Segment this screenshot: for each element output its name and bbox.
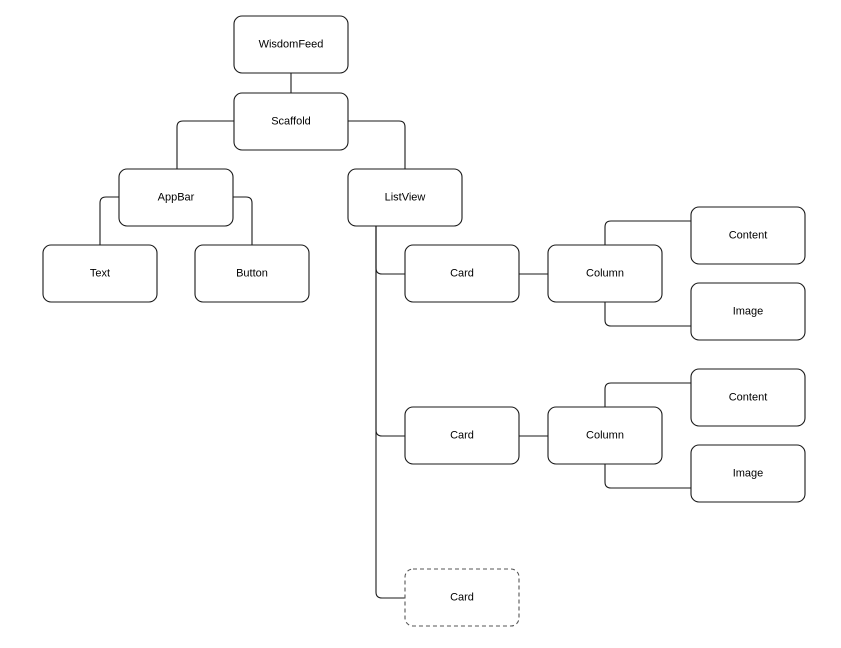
edge-appbar-to-button: [233, 196, 253, 245]
node-label: ListView: [385, 192, 426, 204]
node-content2[interactable]: Content: [690, 368, 806, 427]
node-scaffold[interactable]: Scaffold: [233, 92, 349, 151]
node-appbar[interactable]: AppBar: [118, 168, 234, 227]
node-label: AppBar: [158, 192, 195, 204]
node-column1[interactable]: Column: [547, 244, 663, 303]
node-text[interactable]: Text: [42, 244, 158, 303]
node-label: Column: [586, 430, 624, 442]
node-card2[interactable]: Card: [404, 406, 520, 465]
edge-column2-to-image2: [604, 464, 691, 489]
node-label: Card: [450, 268, 474, 280]
node-card3[interactable]: Card: [404, 568, 520, 627]
node-label: Image: [733, 468, 764, 480]
node-label: Column: [586, 268, 624, 280]
node-button[interactable]: Button: [194, 244, 310, 303]
node-label: Content: [729, 230, 768, 242]
node-card1[interactable]: Card: [404, 244, 520, 303]
edge-listview-to-card2: [375, 226, 405, 437]
node-label: WisdomFeed: [259, 39, 324, 51]
node-label: Image: [733, 306, 764, 318]
edge-scaffold-to-appbar: [176, 120, 234, 169]
edge-listview-to-card1: [375, 226, 405, 275]
node-label: Text: [90, 268, 110, 280]
edge-appbar-to-text: [99, 196, 119, 245]
node-label: Button: [236, 268, 268, 280]
node-label: Content: [729, 392, 768, 404]
node-listview[interactable]: ListView: [347, 168, 463, 227]
node-label: Card: [450, 430, 474, 442]
edge-column1-to-content1: [604, 220, 691, 245]
edge-column1-to-image1: [604, 302, 691, 327]
edge-column2-to-content2: [604, 382, 691, 407]
edge-listview-to-card3: [375, 226, 405, 599]
widget-tree-diagram: WisdomFeed Scaffold AppBar ListView Text Butt…: [42, 15, 806, 627]
node-image1[interactable]: Image: [690, 282, 806, 341]
node-label: Card: [450, 592, 474, 604]
nodes: WisdomFeed Scaffold AppBar ListView Text Butt…: [42, 15, 806, 627]
node-column2[interactable]: Column: [547, 406, 663, 465]
node-label: Scaffold: [271, 116, 311, 128]
edge-scaffold-to-listview: [348, 120, 406, 169]
node-image2[interactable]: Image: [690, 444, 806, 503]
node-content1[interactable]: Content: [690, 206, 806, 265]
connectors: [99, 73, 691, 599]
node-wisdomfeed[interactable]: WisdomFeed: [233, 15, 349, 74]
